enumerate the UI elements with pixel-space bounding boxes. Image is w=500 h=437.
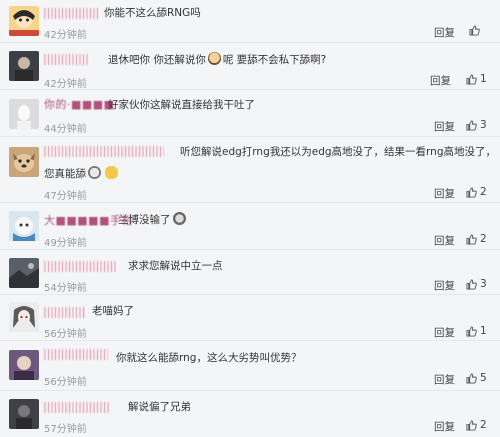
comment-item: 老喵妈了 56分钟前 回复 1 <box>0 295 500 341</box>
username[interactable] <box>44 6 100 19</box>
username[interactable] <box>44 400 110 413</box>
comment-item: 解说偏了兄弟 57分钟前 回复 2 <box>0 391 500 437</box>
avatar[interactable] <box>9 6 39 36</box>
username[interactable] <box>44 347 108 360</box>
like-count: 2 <box>480 233 487 245</box>
thumbs-up-icon <box>466 73 477 85</box>
comment-text: 兰博没输了 <box>118 212 188 227</box>
comment-time: 56分钟前 <box>44 329 87 340</box>
comment-item: 你的·■■■■ 好家伙你这解说直接给我干吐了 44分钟前 回复 3 <box>0 90 500 137</box>
avatar[interactable] <box>9 51 39 81</box>
comment-time: 56分钟前 <box>44 377 87 388</box>
reply-button[interactable]: 回复 <box>434 233 455 248</box>
comment-time: 54分钟前 <box>44 283 87 294</box>
username[interactable] <box>44 52 90 65</box>
like-button[interactable]: 2 <box>466 186 487 198</box>
thumbs-up-icon <box>466 186 477 198</box>
like-button[interactable]: 2 <box>466 419 487 431</box>
bread-emoji <box>105 166 118 179</box>
avatar[interactable] <box>9 302 39 332</box>
comment-time: 47分钟前 <box>44 191 87 202</box>
like-button[interactable]: 1 <box>466 73 487 85</box>
like-button[interactable]: 5 <box>466 372 487 384</box>
avatar[interactable] <box>9 399 39 429</box>
comment-text: 听您解说edg打rng我还以为edg高地没了，结果一看rng高地没了， <box>180 146 496 158</box>
comment-text: 好家伙你这解说直接给我干吐了 <box>108 99 255 111</box>
comment-item: 你就这么能舔rng，这么大劣势叫优势？ 56分钟前 回复 5 <box>0 341 500 391</box>
avatar[interactable] <box>9 99 39 129</box>
like-count: 2 <box>480 419 487 431</box>
thumbs-up-icon <box>466 419 477 431</box>
face-emoji <box>207 52 221 65</box>
like-count: 1 <box>480 325 487 337</box>
reply-button[interactable]: 回复 <box>434 325 455 340</box>
comment-time: 42分钟前 <box>44 79 87 90</box>
comment-text: 你能不这么舔RNG吗 <box>104 7 201 19</box>
thumbs-up-icon <box>466 372 477 384</box>
reply-button[interactable]: 回复 <box>434 372 455 387</box>
thumbs-up-icon <box>466 119 477 131</box>
comment-text: 你就这么能舔rng，这么大劣势叫优势？ <box>116 352 302 364</box>
like-count: 3 <box>480 278 487 290</box>
comment-text-continued: 您真能舔 <box>44 166 120 181</box>
comment-time: 57分钟前 <box>44 424 87 435</box>
like-count: 3 <box>480 119 487 131</box>
reply-button[interactable]: 回复 <box>434 278 455 293</box>
like-count: 5 <box>480 372 487 384</box>
comment-list: 你能不这么舔RNG吗 42分钟前 回复 退休吧你 你还解说你呢 要舔不会私下舔啊… <box>0 0 500 437</box>
like-button[interactable] <box>469 25 483 36</box>
reply-button[interactable]: 回复 <box>434 25 455 40</box>
like-button[interactable]: 2 <box>466 233 487 245</box>
mind-emoji <box>172 212 186 225</box>
reply-button[interactable]: 回复 <box>434 119 455 134</box>
like-count: 2 <box>480 186 487 198</box>
comment-item: 求求您解说中立一点 54分钟前 回复 3 <box>0 250 500 295</box>
comment-item: 退休吧你 你还解说你呢 要舔不会私下舔啊? 42分钟前 回复 1 <box>0 43 500 90</box>
thumbs-up-icon <box>469 25 480 36</box>
like-button[interactable]: 3 <box>466 119 487 131</box>
comment-text: 求求您解说中立一点 <box>128 260 223 272</box>
avatar[interactable] <box>9 147 39 177</box>
comment-time: 44分钟前 <box>44 124 87 135</box>
reply-button[interactable]: 回复 <box>434 419 455 434</box>
gray-face-emoji <box>88 166 101 179</box>
username[interactable] <box>44 259 118 272</box>
comment-item: 你能不这么舔RNG吗 42分钟前 回复 <box>0 0 500 43</box>
like-button[interactable]: 3 <box>466 278 487 290</box>
comment-item: 听您解说edg打rng我还以为edg高地没了，结果一看rng高地没了， 您真能舔… <box>0 137 500 203</box>
comment-time: 42分钟前 <box>44 30 87 41</box>
avatar[interactable] <box>9 350 39 380</box>
username[interactable] <box>44 305 84 318</box>
comment-text: 退休吧你 你还解说你呢 要舔不会私下舔啊? <box>108 52 327 66</box>
thumbs-up-icon <box>466 278 477 290</box>
reply-button[interactable]: 回复 <box>434 186 455 201</box>
comment-time: 49分钟前 <box>44 238 87 249</box>
comment-text: 老喵妈了 <box>92 305 134 317</box>
comment-item: 大■■■■■手裕 兰博没输了 49分钟前 回复 2 <box>0 203 500 250</box>
thumbs-up-icon <box>466 325 477 337</box>
thumbs-up-icon <box>466 233 477 245</box>
username[interactable]: 你的·■■■■ <box>44 96 115 111</box>
like-button[interactable]: 1 <box>466 325 487 337</box>
reply-button[interactable]: 回复 <box>430 73 451 88</box>
avatar[interactable] <box>9 258 39 288</box>
avatar[interactable] <box>9 211 39 241</box>
comment-text: 解说偏了兄弟 <box>128 401 191 413</box>
username[interactable] <box>44 144 164 157</box>
like-count: 1 <box>480 73 487 85</box>
